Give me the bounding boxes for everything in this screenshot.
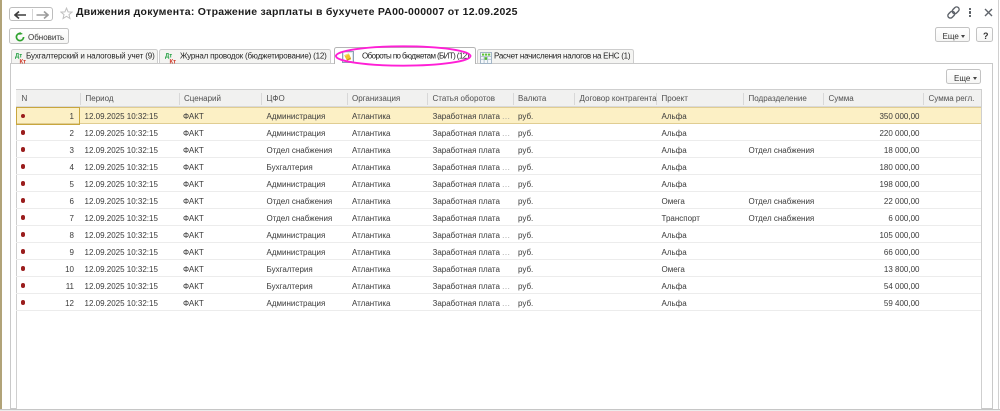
svg-text:Кт: Кт (169, 59, 176, 64)
